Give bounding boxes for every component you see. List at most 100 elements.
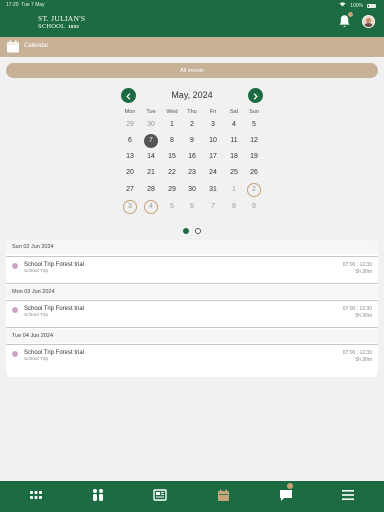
calendar-day[interactable]: 9 (247, 200, 261, 214)
calendar-day[interactable]: 31 (206, 183, 220, 197)
status-bar: 17:20 Tue 7 May 100% (6, 2, 376, 9)
calendar-day[interactable]: 11 (227, 134, 241, 148)
calendar-day[interactable]: 25 (227, 166, 241, 180)
weekday-label: Mon (124, 109, 136, 115)
event-date-header: Mon 03 Jun 2024 (6, 285, 378, 299)
calendar-day[interactable]: 8 (227, 200, 241, 214)
calendar-day-with-event[interactable]: 3 (123, 200, 137, 214)
calendar-icon (6, 40, 20, 53)
event-category: School Trip (24, 357, 48, 362)
calendar-day[interactable]: 28 (144, 183, 158, 197)
calendar-day-with-event[interactable]: 4 (144, 200, 158, 214)
dashboard-icon[interactable] (27, 486, 45, 504)
calendar-day[interactable]: 18 (227, 150, 241, 164)
event-title: School Trip Forest trial (24, 306, 85, 312)
prev-month-button[interactable] (121, 88, 136, 103)
notification-badge (348, 12, 353, 17)
school-logo[interactable]: St. Julian's School 1932 (38, 15, 85, 30)
status-time: 17:20 (6, 2, 19, 8)
calendar-day[interactable]: 6 (123, 134, 137, 148)
logo-year: 1932 (68, 23, 80, 29)
calendar-day[interactable]: 4 (227, 118, 241, 132)
calendar-day-with-event[interactable]: 2 (247, 183, 261, 197)
month-title: May, 2024 (171, 90, 213, 100)
event-item[interactable]: School Trip Forest trial School Trip 07:… (6, 257, 378, 281)
calendar-day[interactable]: 16 (185, 150, 199, 164)
calendar-day[interactable]: 6 (185, 200, 199, 214)
calendar-day[interactable]: 22 (165, 166, 179, 180)
battery-percent: 100% (350, 2, 363, 9)
battery-icon (367, 3, 376, 8)
event-category: School Trip (24, 269, 48, 274)
event-color-dot (12, 351, 18, 357)
event-category: School Trip (24, 313, 48, 318)
event-time: 07:00 : 12:30 (342, 262, 372, 268)
event-color-dot (12, 263, 18, 269)
calendar-day[interactable]: 23 (185, 166, 199, 180)
divider (6, 327, 378, 328)
calendar-day[interactable]: 1 (227, 183, 241, 197)
event-item[interactable]: School Trip Forest trial School Trip 07:… (6, 345, 378, 369)
calendar-day[interactable]: 27 (123, 183, 137, 197)
weekday-label: Thu (187, 109, 197, 115)
weekday-label: Tue (146, 109, 156, 115)
weekday-label: Fri (209, 109, 217, 115)
calendar-day[interactable]: 30 (144, 118, 158, 132)
calendar-day[interactable]: 14 (144, 150, 158, 164)
calendar-day[interactable]: 12 (247, 134, 261, 148)
logo-school-word: School (38, 22, 66, 30)
next-month-button[interactable] (248, 88, 263, 103)
all-events-filter[interactable]: All events (6, 63, 378, 78)
weekday-label: Wed (166, 109, 178, 115)
calendar-day[interactable]: 29 (165, 183, 179, 197)
events-list: Sun 02 Jun 2024 School Trip Forest trial… (6, 240, 378, 377)
calendar-day[interactable]: 24 (206, 166, 220, 180)
event-time: 07:00 : 12:30 (342, 350, 372, 356)
avatar[interactable] (362, 15, 375, 28)
event-title: School Trip Forest trial (24, 262, 85, 268)
calendar-day[interactable]: 3 (206, 118, 220, 132)
calendar-day[interactable]: 5 (247, 118, 261, 132)
calendar-day[interactable]: 10 (206, 134, 220, 148)
calendar-icon[interactable] (214, 486, 232, 504)
event-time: 07:00 : 12:30 (342, 306, 372, 312)
calendar-day[interactable]: 13 (123, 150, 137, 164)
calendar-day[interactable]: 5 (165, 200, 179, 214)
weekday-label: Sun (249, 109, 259, 115)
event-date-header: Tue 04 Jun 2024 (6, 329, 378, 343)
calendar-day-today[interactable]: 7 (144, 134, 158, 148)
calendar-day[interactable]: 17 (206, 150, 220, 164)
calendar-day[interactable]: 15 (165, 150, 179, 164)
event-duration: 5h 30m (355, 313, 372, 319)
event-title: School Trip Forest trial (24, 350, 85, 356)
calendar-day[interactable]: 29 (123, 118, 137, 132)
calendar-day[interactable]: 7 (206, 200, 220, 214)
news-icon[interactable] (151, 486, 169, 504)
page-indicator-active[interactable] (183, 228, 189, 234)
calendar-day[interactable]: 8 (165, 134, 179, 148)
calendar-day[interactable]: 30 (185, 183, 199, 197)
calendar-day[interactable]: 9 (185, 134, 199, 148)
chevron-right-icon (252, 87, 259, 105)
page-indicator[interactable] (195, 228, 201, 234)
calendar-day[interactable]: 2 (185, 118, 199, 132)
people-icon[interactable] (89, 486, 107, 504)
breadcrumb: Calendar (0, 37, 384, 57)
calendar-day[interactable]: 21 (144, 166, 158, 180)
bottom-nav (0, 481, 384, 512)
menu-icon[interactable] (339, 486, 357, 504)
calendar-day[interactable]: 1 (165, 118, 179, 132)
calendar-day[interactable]: 19 (247, 150, 261, 164)
wifi-icon (339, 2, 346, 9)
event-item[interactable]: School Trip Forest trial School Trip 07:… (6, 301, 378, 325)
messages-badge (287, 483, 293, 489)
messages-icon[interactable] (277, 486, 295, 504)
calendar-day[interactable]: 26 (247, 166, 261, 180)
logo-line1: St. Julian's (38, 14, 86, 23)
breadcrumb-label: Calendar (24, 43, 49, 49)
app-header: 17:20 Tue 7 May 100% St. Julian's School… (0, 0, 384, 37)
divider (6, 283, 378, 284)
event-duration: 5h 30m (355, 269, 372, 275)
chevron-left-icon (125, 87, 132, 105)
calendar-day[interactable]: 20 (123, 166, 137, 180)
